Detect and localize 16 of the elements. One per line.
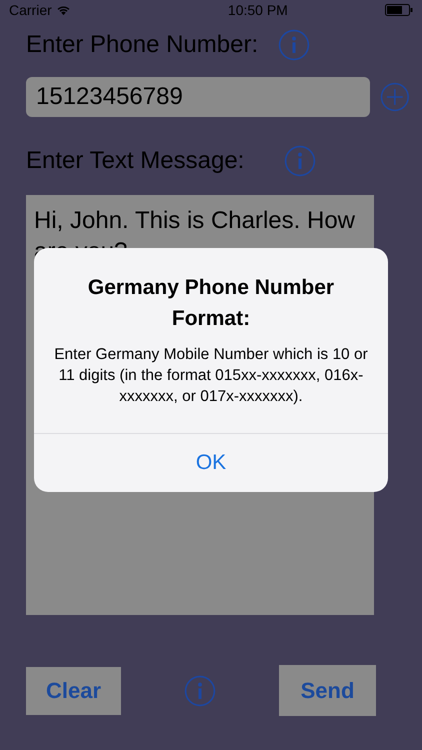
alert-title: Germany Phone Number Format: (86, 275, 336, 332)
phone-field[interactable]: 15123456789 (26, 77, 370, 117)
wifi-icon (56, 4, 71, 16)
info-icon[interactable] (284, 145, 316, 177)
message-label: Enter Text Message: (26, 146, 244, 176)
battery-icon (385, 4, 413, 16)
carrier-label: Carrier (9, 0, 52, 20)
clear-button[interactable]: Clear (26, 666, 121, 714)
alert-message: Enter Germany Mobile Number which is 10 or 11 digits (in the format 015xx-xxxxxxx, 016x-xxxxxxx, or 017x-xxxxxxx). (53, 345, 369, 407)
info-icon[interactable] (278, 29, 310, 61)
info-icon[interactable] (184, 674, 216, 706)
add-icon[interactable] (380, 82, 410, 112)
status-time: 10:50 PM (228, 0, 288, 20)
ok-button[interactable]: OK (34, 434, 388, 492)
send-button[interactable]: Send (279, 665, 376, 716)
phone-label: Enter Phone Number: (26, 30, 258, 60)
